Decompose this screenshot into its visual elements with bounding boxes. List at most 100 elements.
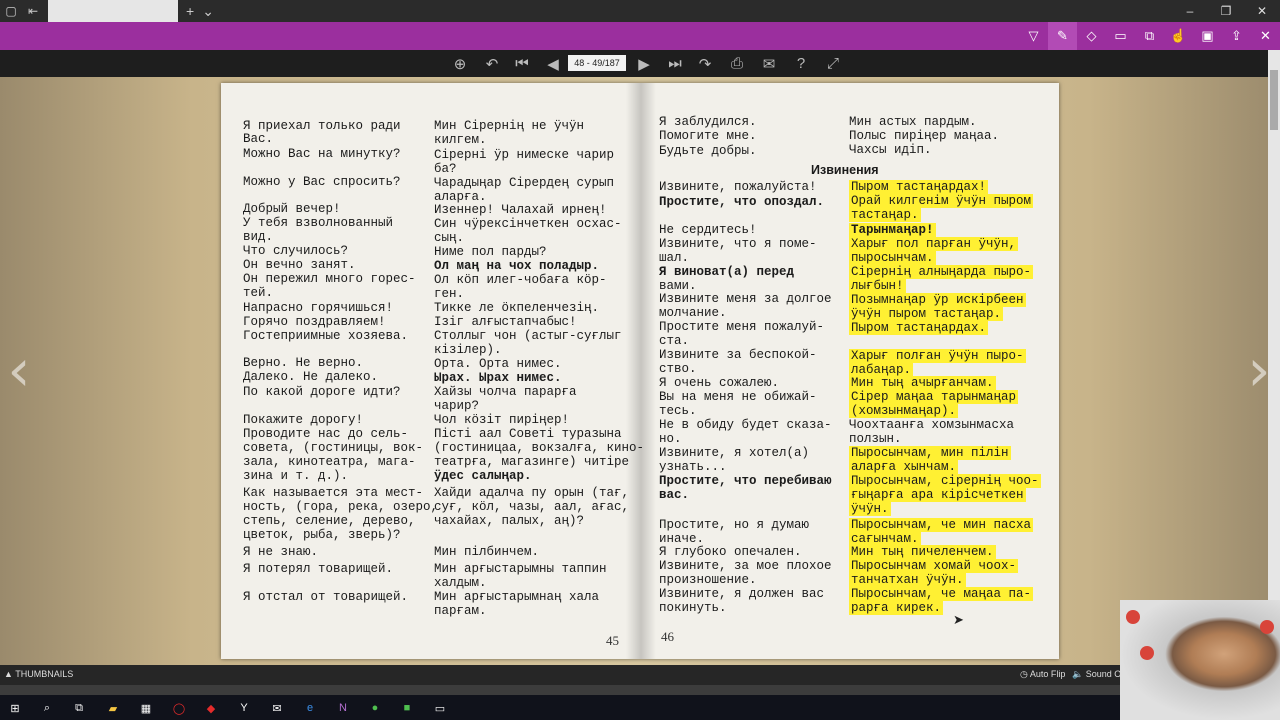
text-line: Пыросынчам, сірернің чоо- xyxy=(849,474,1041,488)
text-line: Мин астых пардым. xyxy=(849,115,977,129)
app4-icon[interactable]: ▭ xyxy=(431,699,449,717)
text-line: Простите меня пожалуй- xyxy=(659,320,825,334)
text-line: (гостиницаа, вокзалға, кино- xyxy=(434,441,645,455)
save-icon[interactable]: ▣ xyxy=(1193,22,1222,50)
text-line: Вас. xyxy=(243,132,274,146)
text-line: Чоохтаанға хомзынмасха xyxy=(849,418,1015,432)
text-line: Помогите мне. xyxy=(659,129,757,143)
text-line: У тебя взволнованный xyxy=(243,216,394,230)
text-line: ген. xyxy=(434,287,465,301)
print-icon[interactable]: ⎙ xyxy=(723,50,751,77)
text-line: Он пережил много горес- xyxy=(243,272,416,286)
forward-icon[interactable]: ↷ xyxy=(691,50,719,77)
auto-flip-label: Auto Flip xyxy=(1029,669,1066,679)
first-page-icon[interactable]: ⏮ xyxy=(508,50,536,77)
comment-icon[interactable]: ▭ xyxy=(1106,22,1135,50)
text-line: молчание. xyxy=(659,306,727,320)
text-line: Мин тың пичеленчем. xyxy=(849,545,996,559)
text-line: Тарынмаңар! xyxy=(849,223,936,237)
thumbnails-label: THUMBNAILS xyxy=(15,669,74,679)
text-line: Мин пілбинчем. xyxy=(434,545,540,559)
text-line: Тикке ле ӧкпеленчезің. xyxy=(434,301,600,315)
thumbnails-button[interactable]: ▲ THUMBNAILS xyxy=(4,669,73,679)
text-line: Син чӱрексінчеткен осхас- xyxy=(434,217,622,231)
touch-icon[interactable]: ☝ xyxy=(1164,22,1193,50)
chevron-down-icon[interactable]: ⌄ xyxy=(202,3,214,20)
text-line: Извините, я хотел(а) xyxy=(659,446,810,460)
text-line: По какой дороге идти? xyxy=(243,385,401,399)
text-line: Пыросынчам, че маңаа па- xyxy=(849,587,1034,601)
undo-icon[interactable]: ↶ xyxy=(478,50,506,77)
help-icon[interactable]: ? xyxy=(787,50,815,77)
restore-icon[interactable]: ❐ xyxy=(1208,0,1244,22)
eraser-icon[interactable]: ◇ xyxy=(1077,22,1106,50)
search-icon[interactable]: ⌕ xyxy=(38,699,56,717)
text-line: кізілер). xyxy=(434,343,502,357)
yandex-icon[interactable]: Y xyxy=(235,699,253,717)
text-line: Чол кӧзіт пиріңер! xyxy=(434,413,570,427)
page-indicator[interactable]: 48 - 49/187 xyxy=(568,55,626,71)
file-explorer-icon[interactable]: ▰ xyxy=(104,699,122,717)
text-line: Простите, но я думаю xyxy=(659,518,810,532)
next-spread-icon[interactable]: › xyxy=(1244,330,1274,410)
text-line: зала, кинотеатра, мага- xyxy=(243,455,416,469)
text-line: Пыром тастаңардах. xyxy=(849,321,989,335)
last-page-icon[interactable]: ⏭ xyxy=(661,50,689,77)
text-line: Вы на меня не обижай- xyxy=(659,390,817,404)
text-line: вас. xyxy=(659,488,690,502)
text-line: Хайзы чолча парарға xyxy=(434,385,577,399)
app-icon[interactable]: ◆ xyxy=(202,699,220,717)
fullscreen-icon[interactable]: ⤢ xyxy=(819,50,847,77)
text-line: Чахсы идіп. xyxy=(849,143,932,157)
auto-flip-button[interactable]: ◷ Auto Flip xyxy=(1020,669,1065,680)
close-icon[interactable]: ✕ xyxy=(1244,0,1280,22)
text-line: степь, селение, дерево, xyxy=(243,514,416,528)
text-line: Не в обиду будет сказа- xyxy=(659,418,832,432)
prev-page-icon[interactable]: ◀ xyxy=(539,50,567,77)
zoom-in-icon[interactable]: ⊕ xyxy=(446,50,474,77)
back-tab-icon[interactable]: ⇤ xyxy=(22,0,44,22)
next-page-icon[interactable]: ▶ xyxy=(630,50,658,77)
clip-icon[interactable]: ⧉ xyxy=(1135,22,1164,50)
browser-tab[interactable] xyxy=(48,0,178,22)
highlighter-icon[interactable]: ✎ xyxy=(1048,22,1077,50)
text-line: Горячо поздравляем! xyxy=(243,315,386,329)
email-icon[interactable]: ✉ xyxy=(755,50,783,77)
minimize-icon[interactable]: – xyxy=(1172,0,1208,22)
browser-toolbar: ▽ ✎ ◇ ▭ ⧉ ☝ ▣ ⇪ ✕ xyxy=(0,22,1280,50)
text-line: парғам. xyxy=(434,604,487,618)
text-line: Гостеприимные хозяева. xyxy=(243,329,409,343)
reader-bottombar: ▲ THUMBNAILS ◷ Auto Flip 🔈 Sound On xyxy=(0,665,1280,685)
text-line: Он вечно занят. xyxy=(243,258,356,272)
mail-icon[interactable]: ✉ xyxy=(268,699,286,717)
text-line: Ол кӧп илег-чобаға кӧр- xyxy=(434,273,607,287)
browser-titlebar: ▢ ⇤ + ⌄ – ❐ ✕ xyxy=(0,0,1280,22)
text-line: Извините, я должен вас xyxy=(659,587,825,601)
text-line: Сірерні ӱр нимеске чарир xyxy=(434,148,615,162)
opera-icon[interactable]: ◯ xyxy=(170,699,188,717)
sound-button[interactable]: 🔈 Sound On xyxy=(1072,669,1126,680)
prev-spread-icon[interactable]: ‹ xyxy=(4,330,34,410)
share-icon[interactable]: ⇪ xyxy=(1222,22,1251,50)
onenote-icon[interactable]: N xyxy=(334,699,352,717)
windows-start-icon[interactable]: ⊞ xyxy=(6,699,24,717)
text-line: Ырах. Ырах нимес. xyxy=(434,371,562,385)
plus-icon[interactable]: + xyxy=(186,3,194,19)
text-line: Я заблудился. xyxy=(659,115,757,129)
text-line: зина и т. д.). xyxy=(243,469,349,483)
scrollbar-thumb[interactable] xyxy=(1270,70,1278,130)
tab-list-icon[interactable]: ▢ xyxy=(0,0,22,22)
filter-icon[interactable]: ▽ xyxy=(1019,22,1048,50)
exit-icon[interactable]: ✕ xyxy=(1251,22,1280,50)
text-line: лығбын! xyxy=(849,279,906,293)
app2-icon[interactable]: ● xyxy=(366,699,384,717)
text-line: Будьте добры. xyxy=(659,144,757,158)
store-icon[interactable]: ▦ xyxy=(137,699,155,717)
text-line: ста. xyxy=(659,334,690,348)
task-view-icon[interactable]: ⧉ xyxy=(70,699,88,717)
webcam-overlay xyxy=(1120,600,1280,720)
edge-icon[interactable]: e xyxy=(301,699,319,717)
text-line: Пыросынчам, че мин пасха xyxy=(849,518,1034,532)
text-line: Я не знаю. xyxy=(243,545,319,559)
app3-icon[interactable]: ■ xyxy=(398,699,416,717)
